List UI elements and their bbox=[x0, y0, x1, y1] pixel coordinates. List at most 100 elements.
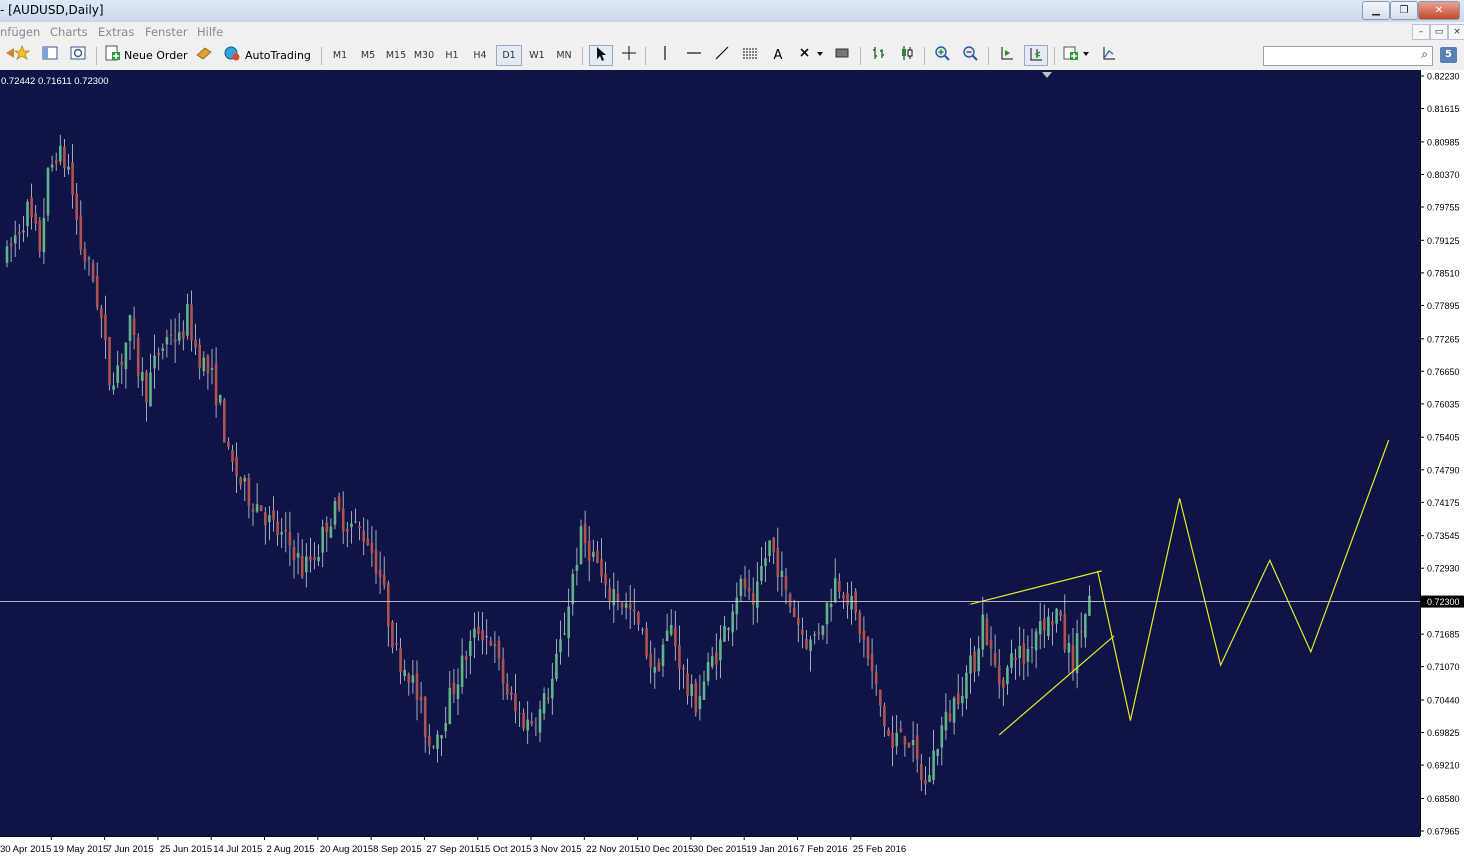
candle-body bbox=[780, 570, 784, 577]
candle-body bbox=[977, 648, 980, 672]
candle-body bbox=[456, 684, 460, 699]
candle-body bbox=[218, 395, 222, 403]
price-tick-label: 0.72930 bbox=[1427, 564, 1460, 574]
menu-help[interactable]: Hilfe bbox=[197, 25, 223, 39]
mdi-minimize-button[interactable]: – bbox=[1412, 24, 1430, 40]
menu-charts[interactable]: Charts bbox=[50, 25, 88, 39]
candle-body bbox=[723, 626, 726, 642]
candle-body bbox=[522, 712, 525, 729]
candle-body bbox=[514, 693, 517, 712]
navigator-icon[interactable] bbox=[39, 45, 61, 66]
mdi-close-button[interactable]: × bbox=[1448, 24, 1464, 40]
price-tick-label: 0.80985 bbox=[1427, 137, 1460, 147]
candle-body bbox=[71, 162, 74, 196]
candle-body bbox=[391, 621, 394, 648]
new-order-button[interactable]: Neue Order bbox=[124, 45, 188, 66]
timeframe-m5-button[interactable]: M5 bbox=[356, 45, 380, 66]
new-order-icon[interactable] bbox=[101, 45, 123, 66]
candle-body bbox=[9, 243, 13, 247]
candle-body bbox=[157, 352, 160, 355]
window-title: - [AUDUSD,Daily] bbox=[0, 3, 104, 17]
timeframe-mn-button[interactable]: MN bbox=[552, 45, 576, 66]
candle-body bbox=[825, 602, 829, 625]
trendline-icon[interactable] bbox=[711, 45, 733, 66]
indicators-dropdown-icon[interactable] bbox=[1061, 45, 1091, 66]
candle-body bbox=[259, 505, 263, 512]
price-tick-label: 0.76650 bbox=[1427, 367, 1460, 377]
channel-icon[interactable] bbox=[739, 45, 761, 66]
arrows-dropdown-icon[interactable] bbox=[796, 45, 826, 66]
candle-body bbox=[18, 231, 21, 235]
candle-body bbox=[30, 197, 33, 218]
candle-body bbox=[1006, 667, 1009, 685]
autotrading-icon[interactable] bbox=[221, 45, 243, 66]
chart-window-icon[interactable] bbox=[831, 45, 853, 66]
time-tick-label: 22 Nov 2015 bbox=[586, 844, 640, 855]
minimize-button[interactable]: ▁ bbox=[1362, 1, 1390, 20]
help-badge[interactable]: 5 bbox=[1440, 47, 1457, 63]
zoom-in-icon[interactable] bbox=[931, 45, 953, 66]
menu-window[interactable]: Fenster bbox=[145, 25, 188, 39]
autotrading-button[interactable]: AutoTrading bbox=[245, 45, 315, 66]
timeframe-m15-button[interactable]: M15 bbox=[384, 45, 408, 66]
candle-body bbox=[305, 556, 308, 573]
candle-body bbox=[715, 652, 718, 665]
tester-icon[interactable] bbox=[67, 45, 89, 66]
candle-body bbox=[809, 639, 812, 652]
candle-body bbox=[444, 723, 447, 732]
text-tool-icon[interactable]: A bbox=[767, 45, 789, 66]
toolbar-separator bbox=[645, 47, 646, 65]
candle-body bbox=[264, 512, 267, 526]
timeframe-d1-button[interactable]: D1 bbox=[496, 45, 522, 66]
close-button[interactable]: ✕ bbox=[1418, 1, 1460, 20]
candle-body bbox=[50, 164, 54, 168]
timeframe-w1-button[interactable]: W1 bbox=[525, 45, 549, 66]
candle-body bbox=[153, 355, 156, 369]
search-icon[interactable]: ⌕ bbox=[1421, 47, 1428, 62]
candle-body bbox=[34, 212, 37, 224]
candle-body bbox=[772, 537, 775, 553]
menu-extras[interactable]: Extras bbox=[98, 25, 134, 39]
candle-body bbox=[354, 521, 357, 523]
candle-body bbox=[874, 672, 878, 685]
vertical-line-icon[interactable] bbox=[654, 45, 676, 66]
candle-body bbox=[132, 318, 136, 336]
crosshair-icon[interactable] bbox=[618, 45, 640, 66]
timeframe-m30-button[interactable]: M30 bbox=[412, 45, 436, 66]
candle-body bbox=[428, 735, 431, 747]
menu-insert[interactable]: nfügen bbox=[0, 25, 40, 39]
candle-body bbox=[235, 456, 238, 477]
timeframe-h1-button[interactable]: H1 bbox=[440, 45, 464, 66]
auto-scroll-icon[interactable] bbox=[996, 45, 1018, 66]
restore-button[interactable]: ❐ bbox=[1390, 1, 1418, 20]
templates-icon[interactable] bbox=[1098, 45, 1120, 66]
candle-body bbox=[784, 575, 788, 590]
candlestick-chart-icon[interactable] bbox=[896, 45, 918, 66]
candle-body bbox=[350, 523, 353, 528]
price-tick-label: 0.67965 bbox=[1427, 827, 1460, 837]
chart-background bbox=[0, 70, 1420, 836]
experts-icon[interactable] bbox=[193, 45, 215, 66]
candle-body bbox=[489, 640, 493, 646]
price-chart[interactable]: 0.82230 0.81615 0.80985 0.80370 0.79755 0.791… bbox=[0, 70, 1464, 856]
zoom-out-icon[interactable] bbox=[959, 45, 981, 66]
candle-body bbox=[423, 697, 427, 738]
candle-body bbox=[669, 624, 673, 635]
candle-body bbox=[292, 546, 296, 560]
timeframe-m1-button[interactable]: M1 bbox=[328, 45, 352, 66]
candle-body bbox=[842, 595, 845, 599]
candle-body bbox=[993, 652, 997, 665]
candle-body bbox=[989, 640, 993, 649]
mdi-restore-button[interactable]: ▭ bbox=[1430, 24, 1448, 40]
cursor-arrow-icon[interactable] bbox=[589, 45, 613, 66]
favorites-star-icon[interactable] bbox=[11, 44, 33, 66]
candle-body bbox=[505, 683, 509, 695]
candle-body bbox=[231, 450, 234, 462]
candle-body bbox=[813, 634, 816, 636]
chart-shift-icon[interactable] bbox=[1024, 45, 1048, 66]
horizontal-line-icon[interactable] bbox=[683, 45, 705, 66]
price-tick-label: 0.82230 bbox=[1427, 72, 1460, 82]
bar-chart-icon[interactable] bbox=[868, 45, 890, 66]
search-input[interactable] bbox=[1266, 48, 1410, 64]
timeframe-h4-button[interactable]: H4 bbox=[468, 45, 492, 66]
